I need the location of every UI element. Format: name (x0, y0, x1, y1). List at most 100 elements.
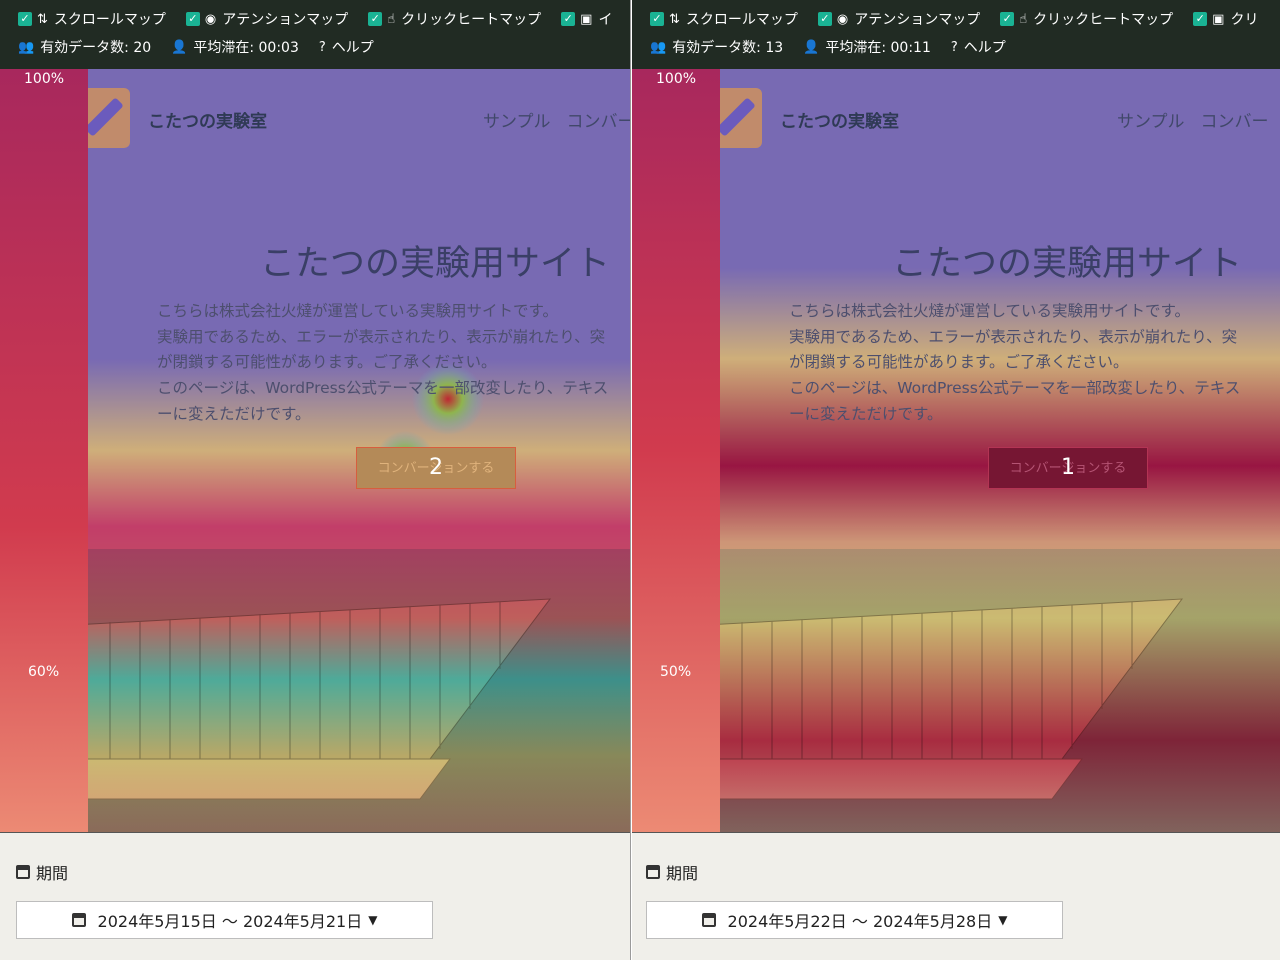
caret-down-icon: ▼ (998, 913, 1008, 927)
image-toggle[interactable]: ✓ ▣ イ (561, 9, 612, 29)
eye-icon: ◉ (836, 11, 849, 27)
valid-data-stat: 👥 有効データ数: 13 (650, 37, 783, 57)
caret-down-icon: ▼ (368, 913, 378, 927)
scroll-percent-top: 100% (24, 71, 65, 87)
attentionmap-label: アテンションマップ (222, 12, 349, 28)
period-panel: 期間 2024年5月15日 ～ 2024年5月21日 ▼ (0, 832, 630, 960)
period-label: 期間 (36, 864, 69, 883)
scroll-percent-top: 100% (656, 71, 697, 87)
scroll-depth-bar (632, 69, 720, 832)
avg-stay-time: 平均滞在: 00:11 (825, 40, 931, 56)
heatmap-compare-view: ✓ ⇅ スクロールマップ ✓ ◉ アテンションマップ ✓ ☝ クリックヒートマップ ✓ ▣ イ … (0, 0, 1280, 960)
paragraph-line: ーに変えただけです。 (789, 404, 943, 423)
period-panel: 期間 2024年5月22日 ～ 2024年5月28日 ▼ (632, 832, 1280, 960)
image-icon: ▣ (1212, 11, 1225, 27)
calendar-icon (646, 865, 660, 879)
click-heatmap-label: クリックヒートマップ (401, 12, 542, 28)
attentionmap-label: アテンションマップ (854, 12, 981, 28)
click-count-badge: 2 (429, 455, 443, 480)
toolbar-options: ✓ ⇅ スクロールマップ ✓ ◉ アテンションマップ ✓ ☝ クリックヒートマップ ✓ ▣ クリ (650, 9, 1278, 29)
image-label: クリ (1230, 12, 1259, 28)
paragraph-line: こちらは株式会社火燵が運営している実験用サイトです。 (157, 302, 558, 320)
users-icon: 👥 (650, 39, 667, 55)
users-icon: 👥 (18, 39, 35, 55)
date-range-dropdown[interactable]: 2024年5月15日 ～ 2024年5月21日 ▼ (16, 901, 433, 939)
click-count-badge: 1 (1061, 455, 1075, 480)
toolbar-stats: 👥 有効データ数: 13 👤 平均滞在: 00:11 ? ヘルプ (650, 37, 1026, 57)
help-link[interactable]: ? ヘルプ (951, 37, 1006, 57)
toolbar: ✓ ⇅ スクロールマップ ✓ ◉ アテンションマップ ✓ ☝ クリックヒートマップ ✓ ▣ イ … (0, 0, 630, 69)
intro-paragraph: こちらは株式会社火燵が運営している実験用サイトです。 実験用であるため、エラーが… (789, 299, 1240, 428)
nav-item-conversion[interactable]: コンバー (567, 112, 631, 132)
checkbox-checked-icon[interactable]: ✓ (1193, 12, 1208, 26)
scrollmap-toggle[interactable]: ✓ ⇅ スクロールマップ (650, 9, 798, 29)
avg-stay-stat: 👤 平均滞在: 00:03 (171, 37, 299, 57)
click-heatmap-label: クリックヒートマップ (1033, 12, 1174, 28)
attentionmap-toggle[interactable]: ✓ ◉ アテンションマップ (185, 9, 349, 29)
scrollmap-toggle[interactable]: ✓ ⇅ スクロールマップ (18, 9, 166, 29)
user-clock-icon: 👤 (171, 39, 188, 55)
checkbox-checked-icon[interactable]: ✓ (817, 12, 832, 26)
checkbox-checked-icon[interactable]: ✓ (18, 12, 32, 26)
click-icon: ☝ (387, 11, 396, 27)
right-panel: ✓ ⇅ スクロールマップ ✓ ◉ アテンションマップ ✓ ☝ クリックヒートマップ ✓ ▣ クリ… (632, 0, 1280, 960)
click-heatmap-toggle[interactable]: ✓ ☝ クリックヒートマップ (368, 9, 541, 29)
site-nav: サンプル コンバー (1117, 107, 1280, 132)
toolbar-stats: 👥 有効データ数: 20 👤 平均滞在: 00:03 ? ヘルプ (18, 37, 394, 57)
scroll-percent-mid: 50% (660, 664, 692, 680)
calendar-icon (16, 865, 30, 879)
paragraph-line: が閉鎖する可能性があります。ご了承ください。 (789, 353, 1129, 372)
paragraph-line: 実験用であるため、エラーが表示されたり、表示が崩れたり、突 (789, 327, 1238, 346)
period-label: 期間 (666, 864, 699, 883)
hero-title: こたつの実験用サイト (260, 244, 611, 284)
hero-title: こたつの実験用サイト (892, 244, 1243, 284)
image-toggle[interactable]: ✓ ▣ クリ (1193, 9, 1258, 29)
toolbar: ✓ ⇅ スクロールマップ ✓ ◉ アテンションマップ ✓ ☝ クリックヒートマップ ✓ ▣ クリ… (632, 0, 1280, 69)
site-name[interactable]: こたつの実験室 (780, 107, 899, 132)
scroll-icon: ⇅ (669, 11, 680, 27)
scrollmap-label: スクロールマップ (685, 12, 798, 28)
image-icon: ▣ (580, 11, 593, 27)
user-clock-icon: 👤 (803, 39, 820, 55)
scroll-icon: ⇅ (37, 11, 48, 27)
toolbar-options: ✓ ⇅ スクロールマップ ✓ ◉ アテンションマップ ✓ ☝ クリックヒートマップ ✓ ▣ イ (18, 9, 630, 29)
valid-data-stat: 👥 有効データ数: 20 (18, 37, 151, 57)
date-range-value: 2024年5月15日 ～ 2024年5月21日 (97, 912, 363, 931)
date-range-dropdown[interactable]: 2024年5月22日 ～ 2024年5月28日 ▼ (646, 901, 1063, 939)
site-preview: こたつの実験室 サンプル コンバー こたつの実験用サイト こちらは株式会社火燵が運… (632, 69, 1280, 832)
period-heading: 期間 (646, 860, 698, 884)
left-panel: ✓ ⇅ スクロールマップ ✓ ◉ アテンションマップ ✓ ☝ クリックヒートマップ ✓ ▣ イ … (0, 0, 631, 960)
period-heading: 期間 (16, 860, 68, 884)
site-name[interactable]: こたつの実験室 (148, 107, 267, 132)
paragraph-line: このページは、WordPress公式テーマを一部改変したり、テキス (789, 379, 1241, 398)
nav-item-sample[interactable]: サンプル (1117, 112, 1185, 132)
valid-data-count: 有効データ数: 13 (672, 40, 784, 56)
help-icon: ? (950, 39, 958, 55)
help-icon: ? (318, 39, 326, 55)
paragraph-line: こちらは株式会社火燵が運営している実験用サイトです。 (789, 302, 1190, 320)
scroll-heatmap-overlay (632, 69, 1280, 832)
click-icon: ☝ (1019, 11, 1028, 27)
site-nav: サンプル コンバー (483, 107, 630, 132)
eye-icon: ◉ (204, 11, 217, 27)
nav-item-sample[interactable]: サンプル (483, 112, 551, 132)
attentionmap-toggle[interactable]: ✓ ◉ アテンションマップ (817, 9, 981, 29)
date-range-value: 2024年5月22日 ～ 2024年5月28日 (727, 912, 993, 931)
checkbox-checked-icon[interactable]: ✓ (185, 12, 200, 26)
click-heatmap-toggle[interactable]: ✓ ☝ クリックヒートマップ (1000, 9, 1173, 29)
help-link[interactable]: ? ヘルプ (319, 37, 374, 57)
checkbox-checked-icon[interactable]: ✓ (650, 12, 664, 26)
paragraph-line: このページは、WordPress公式テーマを一部改変したり、テキス (157, 379, 609, 398)
calendar-icon (71, 913, 86, 927)
calendar-icon (701, 913, 716, 927)
scroll-percent-mid: 60% (28, 664, 60, 680)
checkbox-checked-icon[interactable]: ✓ (368, 12, 383, 26)
site-preview: こたつの実験室 サンプル コンバー こたつの実験用サイト こちらは株式会社火燵が運… (0, 69, 630, 832)
nav-item-conversion[interactable]: コンバー (1201, 112, 1269, 132)
help-label: ヘルプ (963, 40, 1006, 56)
heatmap-stage: こたつの実験室 サンプル コンバー こたつの実験用サイト こちらは株式会社火燵が運… (0, 69, 630, 832)
checkbox-checked-icon[interactable]: ✓ (1000, 12, 1015, 26)
image-label: イ (598, 12, 613, 28)
checkbox-checked-icon[interactable]: ✓ (561, 12, 576, 26)
help-label: ヘルプ (331, 40, 374, 56)
